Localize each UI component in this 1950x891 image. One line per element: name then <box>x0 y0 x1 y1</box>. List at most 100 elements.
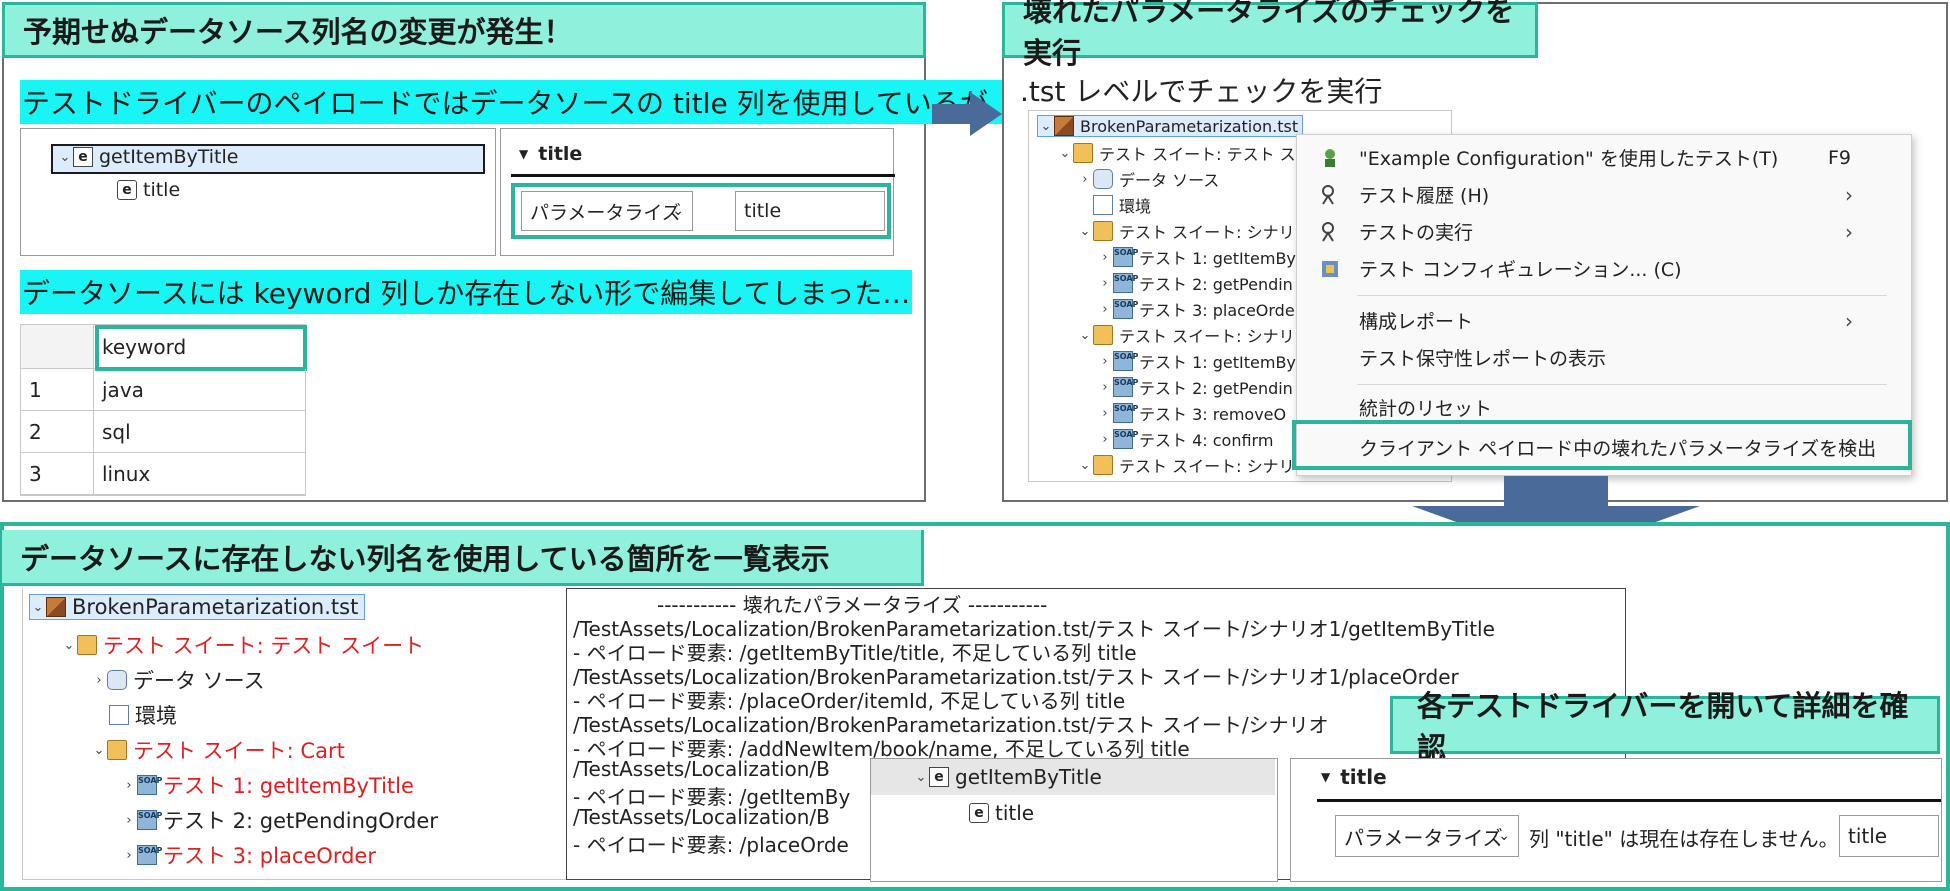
tree-node-scenario2[interactable]: ⌄ テスト スイート: シナリオ2 <box>1077 323 1321 347</box>
detect-menu-highlight-box <box>1292 420 1912 470</box>
tree-node-datasource[interactable]: › データ ソース <box>91 665 264 695</box>
tree-node-datasource[interactable]: › データ ソース <box>1077 167 1219 191</box>
soap-icon: SOAP <box>1113 377 1138 397</box>
tree-node-env[interactable]: 環境 <box>109 700 177 730</box>
chevron-down-icon[interactable]: ⌄ <box>1077 458 1093 473</box>
chevron-down-icon[interactable]: ⌄ <box>1077 224 1093 239</box>
menu-label: テスト保守性レポートの表示 <box>1359 348 1607 370</box>
menu-item-config-report[interactable]: 構成レポート › <box>1297 302 1911 339</box>
tree-node-test[interactable]: › SOAP テスト 1: getItemBy <box>1097 245 1296 269</box>
table-cell[interactable]: java <box>94 369 306 411</box>
tree-node-test[interactable]: › SOAP テスト 3: placeOrde <box>1097 297 1295 321</box>
column-name-input[interactable]: title <box>1839 815 1939 857</box>
menu-separator <box>1357 384 1887 385</box>
chevron-down-icon[interactable]: ⌄ <box>1038 119 1054 134</box>
section-header[interactable]: ▼ title <box>519 143 582 165</box>
chevron-right-icon[interactable]: › <box>1097 354 1113 369</box>
menu-item-test-history[interactable]: テスト履歴 (H) › <box>1297 176 1911 213</box>
tree-label: 環境 <box>1119 197 1152 216</box>
chevron-right-icon[interactable]: › <box>1097 432 1113 447</box>
section-header[interactable]: ▼ title <box>1321 765 1387 789</box>
tree-label: BrokenParametarization.tst <box>1080 116 1299 136</box>
chevron-right-icon[interactable]: › <box>121 778 137 793</box>
tree-node-getitembytitle[interactable]: ⌄ e getItemByTitle <box>913 765 1102 789</box>
tree-label: テスト スイート: シナリオ3 <box>1119 457 1321 476</box>
menu-label: テスト履歴 (H) <box>1359 185 1490 207</box>
column-name-value: title <box>744 200 782 222</box>
tree-node-suite[interactable]: ⌄ テスト スイート: テスト スイート <box>61 630 425 660</box>
tree-node-test[interactable]: › SOAP テスト 2: getPendin <box>1097 375 1293 399</box>
column-name-input[interactable]: title <box>735 191 885 231</box>
tree-node-tst[interactable]: ⌄ BrokenParametarization.tst <box>29 594 366 620</box>
tree-node-test[interactable]: › SOAP テスト 2: getPendin <box>1097 271 1293 295</box>
chevron-right-icon[interactable]: › <box>1097 380 1113 395</box>
soap-icon: SOAP <box>1113 429 1138 449</box>
chevron-down-icon[interactable]: ⌄ <box>61 638 77 653</box>
tree-node-title[interactable]: e title <box>969 801 1034 825</box>
log-line: - ペイロード要素: /placeOrde <box>573 833 849 857</box>
history-icon <box>1322 184 1334 205</box>
menu-item-run-config[interactable]: "Example Configuration" を使用したテスト(T) F9 <box>1297 139 1911 176</box>
tree-node-test[interactable]: › SOAP テスト 3: removeO <box>1097 401 1286 425</box>
tree-node-test[interactable]: › SOAP テスト 1: getItemBy <box>1097 349 1296 373</box>
callout-open-driver: 各テストドライバーを開いて詳細を確認 <box>1390 689 1940 765</box>
soap-icon: SOAP <box>1113 273 1138 293</box>
section-divider <box>511 174 895 177</box>
column-name-value: title <box>1848 824 1888 848</box>
chevron-right-icon[interactable]: › <box>1097 302 1113 317</box>
chevron-down-icon[interactable]: ⌄ <box>913 770 929 785</box>
config-icon <box>1322 260 1338 277</box>
tree-node-test-error[interactable]: › SOAP テスト 1: getItemByTitle <box>121 770 414 800</box>
tree-node-getitembytitle[interactable]: ⌄ e getItemByTitle <box>57 146 239 168</box>
chevron-down-icon[interactable]: ⌄ <box>57 150 73 165</box>
chevron-right-icon[interactable]: › <box>121 813 137 828</box>
element-error-icon: e <box>969 803 989 823</box>
tree-label: テスト スイート: Cart <box>133 739 345 763</box>
tree-label: テスト 3: removeO <box>1139 405 1287 424</box>
tree-node-scenario3[interactable]: ⌄ テスト スイート: シナリオ3 <box>1077 453 1321 477</box>
menu-item-test-config[interactable]: テスト コンフィギュレーション... (C) <box>1297 250 1911 287</box>
menu-item-run-test[interactable]: テストの実行 › <box>1297 213 1911 250</box>
chevron-right-icon[interactable]: › <box>1097 276 1113 291</box>
caption-payload-uses-title: テストドライバーのペイロードではデータソースの title 列を使用しているが、 <box>20 80 1018 124</box>
mode-dropdown[interactable]: パラメータライズ ⌄ <box>521 191 693 231</box>
soap-icon: SOAP <box>1113 299 1138 319</box>
tree-node-title[interactable]: e title <box>117 179 180 201</box>
tree-node-test-error[interactable]: › SOAP テスト 3: placeOrder <box>121 840 376 870</box>
menu-item-maintainability-report[interactable]: テスト保守性レポートの表示 <box>1297 339 1911 376</box>
mode-dropdown[interactable]: パラメータライズ ⌄ <box>1335 815 1519 857</box>
tree-node-suite[interactable]: ⌄ テスト スイート: テスト スイー <box>1057 141 1328 165</box>
table-cell[interactable]: linux <box>94 453 306 495</box>
chevron-down-icon[interactable]: ⌄ <box>91 743 107 758</box>
tree-node-env[interactable]: 環境 <box>1093 193 1151 217</box>
triangle-down-icon: ▼ <box>1321 770 1331 784</box>
tree-node-cart[interactable]: ⌄ テスト スイート: Cart <box>91 735 345 765</box>
menu-label: テストの実行 <box>1359 222 1474 244</box>
table-cell[interactable]: sql <box>94 411 306 453</box>
panel-title-run-check: 壊れたパラメータライズのチェックを実行 <box>1002 0 1538 70</box>
menu-label: "Example Configuration" を使用したテスト(T) <box>1359 148 1779 170</box>
tree-node-test[interactable]: › SOAP テスト 4: confirm <box>1097 427 1273 451</box>
chevron-down-icon[interactable]: ⌄ <box>1077 328 1093 343</box>
chevron-down-icon[interactable]: ⌄ <box>1057 146 1073 161</box>
chevron-right-icon[interactable]: › <box>1097 250 1113 265</box>
menu-label: 統計のリセット <box>1359 398 1493 420</box>
tree-node-label: title <box>143 179 181 201</box>
tree-node-scenario1[interactable]: ⌄ テスト スイート: シナリオ <box>1077 219 1311 243</box>
chevron-down-icon[interactable]: ⌄ <box>30 600 46 615</box>
test-suite-icon <box>1093 325 1113 345</box>
test-suite-icon <box>1073 143 1093 163</box>
row-number: 3 <box>21 453 94 495</box>
tree-label: テスト スイート: テスト スイー <box>1099 145 1328 164</box>
chevron-right-icon[interactable]: › <box>121 848 137 863</box>
tree-node-test[interactable]: › SOAP テスト 2: getPendingOrder <box>121 805 438 835</box>
tree-node-tst[interactable]: ⌄ BrokenParametarization.tst <box>1037 115 1304 137</box>
chevron-right-icon[interactable]: › <box>1097 406 1113 421</box>
soap-icon: SOAP <box>1113 403 1138 423</box>
element-leaf-icon: e <box>117 180 137 200</box>
chevron-right-icon[interactable]: › <box>91 673 107 688</box>
detail-parameterize-panel: ▼ title パラメータライズ ⌄ 列 "title" は現在は存在しません。… <box>1290 758 1942 882</box>
tree-label: テスト 2: getPendingOrder <box>163 809 438 833</box>
chevron-right-icon[interactable]: › <box>1077 172 1093 187</box>
subtitle-tst-level: .tst レベルでチェックを実行 <box>1020 75 1383 108</box>
